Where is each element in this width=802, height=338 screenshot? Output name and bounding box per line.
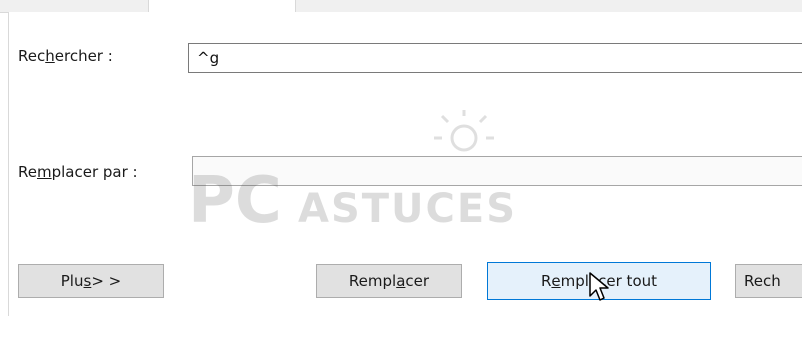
find-input-value: ^g (197, 49, 220, 67)
more-button[interactable]: Plu s > > (18, 264, 164, 298)
replace-input[interactable] (192, 156, 802, 186)
replace-label: Remplacer par : (18, 163, 138, 181)
dialog-bottom-edge (8, 316, 802, 338)
replace-button[interactable]: Rempl a cer (316, 264, 462, 298)
find-label: Rechercher : (18, 47, 113, 65)
arrow-cursor-icon (588, 272, 614, 304)
find-next-button[interactable]: Rech (735, 264, 802, 298)
find-input[interactable]: ^g (188, 43, 802, 73)
